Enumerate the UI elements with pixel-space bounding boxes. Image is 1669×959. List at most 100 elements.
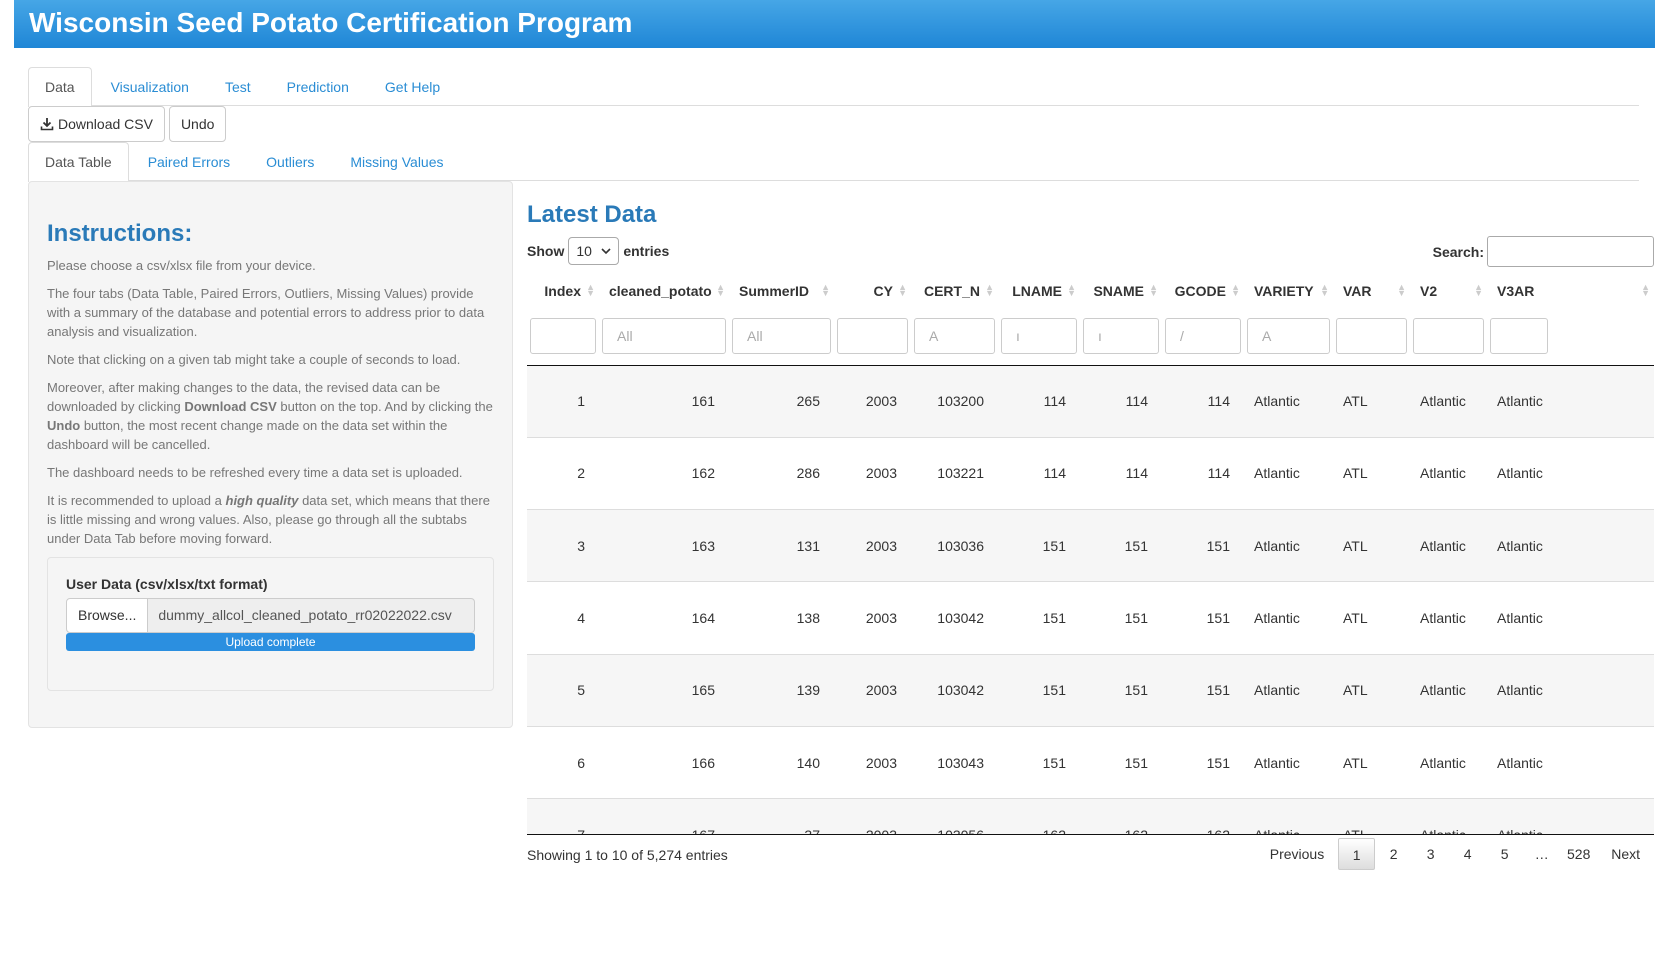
column-header-label: V2 [1420, 282, 1438, 299]
page-button[interactable]: 1 [1338, 838, 1376, 870]
column-header[interactable]: VAR ▲ ▼ [1333, 273, 1410, 308]
table-cell: Atlantic [1410, 365, 1487, 438]
table-row[interactable]: 7167372003103056162162162AtlanticATLAtla… [527, 798, 1654, 834]
download-csv-button[interactable]: Download CSV [28, 106, 165, 142]
table-cell: 6 [527, 725, 599, 799]
instruction-text: Note that clicking on a given tab might … [47, 352, 461, 367]
column-header[interactable]: V2 ▲ ▼ [1410, 273, 1487, 308]
sort-icon: ▲ ▼ [821, 282, 830, 298]
tab-outliers[interactable]: Outliers [249, 142, 331, 181]
table-cell: 114 [1080, 436, 1162, 510]
table-row[interactable]: 6 166 140 2003 103043 151 151 151 Atlantic ATL Atl… [527, 725, 1654, 799]
sort-icon: ▲ ▼ [1231, 282, 1240, 298]
upload-label: User Data (csv/xlsx/txt format) [66, 576, 268, 592]
table-cell: 265 [729, 365, 834, 438]
column-header-label: Index [544, 282, 581, 299]
table-cell: 151 [998, 725, 1080, 799]
tab-data-table[interactable]: Data Table [28, 142, 129, 182]
column-filter-input[interactable]: / [1165, 318, 1241, 355]
column-filter-input[interactable] [1490, 318, 1548, 355]
sort-icon: ▲ ▼ [985, 282, 994, 298]
table-cell: 286 [729, 436, 834, 510]
table-cell: 103056 [911, 798, 998, 834]
undo-button[interactable]: Undo [168, 106, 227, 142]
data-table-scroll[interactable]: Index ▲ ▼ cleaned_potato ▲ ▼ SummerID ▲ ▼ CY ▲ ▼… [527, 273, 1654, 835]
table-cell: Atlantic [1487, 365, 1654, 438]
table-row[interactable]: 2 162 286 2003 103221 114 114 114 Atlantic ATL Atl… [527, 436, 1654, 510]
page-length-select[interactable]: 10 [568, 237, 620, 265]
tab-get-help[interactable]: Get Help [368, 67, 457, 106]
column-filter-input[interactable]: All [602, 318, 726, 355]
table-row[interactable]: 5 165 139 2003 103042 151 151 151 Atlantic ATL Atl… [527, 653, 1654, 727]
table-cell: 2003 [834, 653, 911, 727]
column-filter-input[interactable] [1336, 318, 1407, 355]
table-cell: 3 [527, 509, 599, 582]
table-cell: 114 [1162, 436, 1244, 510]
table-row[interactable]: 4 164 138 2003 103042 151 151 151 Atlantic ATL Atl… [527, 581, 1654, 655]
page-button[interactable]: 4 [1449, 838, 1486, 870]
table-cell: Atlantic [1244, 436, 1333, 510]
column-header[interactable]: SummerID ▲ ▼ [729, 273, 834, 308]
column-header[interactable]: GCODE ▲ ▼ [1162, 273, 1244, 308]
table-cell: 151 [998, 581, 1080, 655]
table-cell: 2 [527, 436, 599, 510]
table-cell: Atlantic [1244, 509, 1333, 582]
next-page-button[interactable]: Next [1597, 838, 1654, 870]
table-cell: 151 [1162, 653, 1244, 727]
table-body: 1 161 265 2003 103200 114 114 114 Atlantic ATL Atl… [527, 365, 1654, 834]
previous-page-button[interactable]: Previous [1256, 838, 1338, 870]
sort-icon: ▲ ▼ [1149, 282, 1158, 298]
table-cell: Atlantic [1244, 798, 1333, 834]
page-button[interactable]: 2 [1375, 838, 1412, 870]
table-cell: ATL [1333, 365, 1410, 438]
column-filter-input[interactable]: ı [1083, 318, 1159, 355]
sort-icon: ▲ ▼ [586, 282, 595, 298]
browse-button[interactable]: Browse... [66, 598, 149, 633]
column-header[interactable]: VARIETY ▲ ▼ [1244, 273, 1333, 308]
column-header[interactable]: V3AR ▲ ▼ [1487, 273, 1654, 308]
table-info: Showing 1 to 10 of 5,274 entries [527, 847, 728, 863]
instruction-text: The four tabs (Data Table, Paired Errors… [47, 286, 485, 339]
column-filter-input[interactable]: All [732, 318, 831, 355]
column-filter-input[interactable]: A [914, 318, 995, 355]
tab-prediction[interactable]: Prediction [270, 67, 366, 106]
column-filter-input[interactable] [837, 318, 908, 355]
column-header[interactable]: CERT_N ▲ ▼ [911, 273, 998, 308]
tab-missing-values[interactable]: Missing Values [333, 142, 460, 181]
column-header-label: LNAME [1012, 282, 1062, 299]
show-label: Show [527, 243, 565, 259]
column-header[interactable]: CY ▲ ▼ [834, 273, 911, 308]
table-cell: 151 [1080, 509, 1162, 582]
toolbar: Download CSV Undo [28, 106, 227, 142]
table-cell: 103042 [911, 653, 998, 727]
table-cell: 166 [599, 725, 729, 799]
column-header[interactable]: LNAME ▲ ▼ [998, 273, 1080, 308]
table-cell: Atlantic [1244, 365, 1333, 438]
column-header[interactable]: cleaned_potato ▲ ▼ [599, 273, 729, 308]
column-filter-input[interactable]: ı [1001, 318, 1077, 355]
page-button[interactable]: 5 [1486, 838, 1523, 870]
instruction-emphasis: Undo [47, 418, 81, 433]
page-button[interactable]: 3 [1412, 838, 1449, 870]
instructions-heading: Instructions: [47, 220, 193, 247]
data-table: Index ▲ ▼ cleaned_potato ▲ ▼ SummerID ▲ ▼ CY ▲ ▼… [527, 273, 1654, 834]
table-cell: 131 [729, 509, 834, 582]
table-row[interactable]: 3 163 131 2003 103036 151 151 151 Atlantic ATL Atl… [527, 509, 1654, 582]
search-input[interactable] [1487, 236, 1654, 267]
table-cell: 103200 [911, 365, 998, 438]
column-filter-input[interactable] [1413, 318, 1484, 355]
column-filter-input[interactable] [530, 318, 596, 355]
tab-visualization[interactable]: Visualization [94, 67, 206, 106]
page-button[interactable]: 528 [1560, 838, 1597, 870]
column-header-label: VARIETY [1254, 282, 1314, 299]
column-header[interactable]: Index ▲ ▼ [527, 273, 599, 308]
table-row[interactable]: 1 161 265 2003 103200 114 114 114 Atlantic ATL Atl… [527, 365, 1654, 438]
tab-paired-errors[interactable]: Paired Errors [131, 142, 247, 181]
table-cell: 114 [998, 436, 1080, 510]
column-header-label: SNAME [1093, 282, 1144, 299]
column-filter-input[interactable]: A [1247, 318, 1330, 355]
column-header[interactable]: SNAME ▲ ▼ [1080, 273, 1162, 308]
tab-data[interactable]: Data [28, 67, 92, 107]
table-cell: 139 [729, 653, 834, 727]
tab-test[interactable]: Test [208, 67, 268, 106]
